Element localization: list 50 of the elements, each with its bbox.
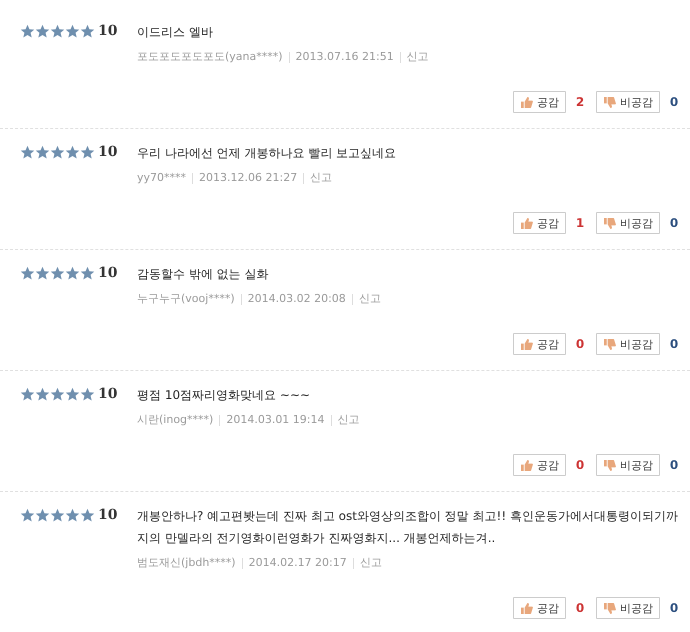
like-count: 0 <box>574 457 586 474</box>
thumbs-down-icon <box>603 96 616 108</box>
like-count: 0 <box>574 600 586 617</box>
review-text: 평점 10점짜리영화맞네요 ~~~ <box>137 387 312 404</box>
dislike-count: 0 <box>668 336 680 353</box>
dislike-count: 0 <box>668 94 680 111</box>
score: 10 <box>98 264 118 283</box>
thumbs-up-icon <box>520 96 533 108</box>
author-name: 시란(inog****) <box>137 412 214 428</box>
dislike-button[interactable]: 비공감 <box>596 91 660 113</box>
thumbs-down-icon <box>603 602 616 614</box>
score: 10 <box>98 385 118 404</box>
author-name: 포도포도포도포도(yana****) <box>137 49 283 65</box>
author-name: yy70**** <box>137 170 186 186</box>
like-button[interactable]: 공감 <box>513 91 566 113</box>
thumbs-up-icon <box>520 218 533 228</box>
author-name: 범도재신(jbdh****) <box>137 555 236 571</box>
thumbs-up-icon <box>520 338 533 350</box>
review-date: 2014.03.02 20:08 <box>248 291 346 307</box>
review-text: 감동할수 밖에 없는 실화 <box>137 266 270 283</box>
author-name: 누구누구(vooj****) <box>137 291 235 307</box>
thumbs-down-icon <box>603 218 616 228</box>
review-text: 우리 나라에선 언제 개봉하나요 빨리 보고싶네요 <box>137 145 398 162</box>
review-text: 개봉안하나? 예고편봣는데 진짜 최고 ost와영상의조합이 정말 최고!! 흑인운동가에서대통령이되기까지의 만델라의 전기영화이런영화가 진짜영화지... 개봉언제하는겨.. <box>137 508 679 547</box>
thumbs-up-icon <box>520 602 533 614</box>
score: 10 <box>98 143 118 162</box>
thumbs-down-icon <box>603 460 616 470</box>
review-date: 2014.02.17 20:17 <box>248 555 347 571</box>
thumbs-up-icon <box>520 460 533 470</box>
thumbs-down-icon <box>603 338 616 350</box>
dislike-count: 0 <box>668 600 680 617</box>
like-button[interactable]: 공감 <box>513 212 566 234</box>
dislike-count: 0 <box>668 457 680 474</box>
dislike-button[interactable]: 비공감 <box>596 597 660 619</box>
like-count: 0 <box>574 336 586 353</box>
dislike-button[interactable]: 비공감 <box>596 333 660 355</box>
like-button[interactable]: 공감 <box>513 597 566 619</box>
like-button[interactable]: 공감 <box>513 333 566 355</box>
score: 10 <box>98 506 118 525</box>
dislike-button[interactable]: 비공감 <box>596 212 660 234</box>
dislike-count: 0 <box>668 215 680 232</box>
score: 10 <box>98 22 118 41</box>
review-text: 이드리스 엘바 <box>137 24 214 41</box>
dislike-button[interactable]: 비공감 <box>596 454 660 476</box>
review-date: 2013.12.06 21:27 <box>199 170 298 186</box>
like-count: 1 <box>574 215 586 232</box>
review-date: 2014.03.01 19:14 <box>226 412 325 428</box>
like-count: 2 <box>574 94 586 111</box>
review-date: 2013.07.16 21:51 <box>296 49 394 65</box>
like-button[interactable]: 공감 <box>513 454 566 476</box>
